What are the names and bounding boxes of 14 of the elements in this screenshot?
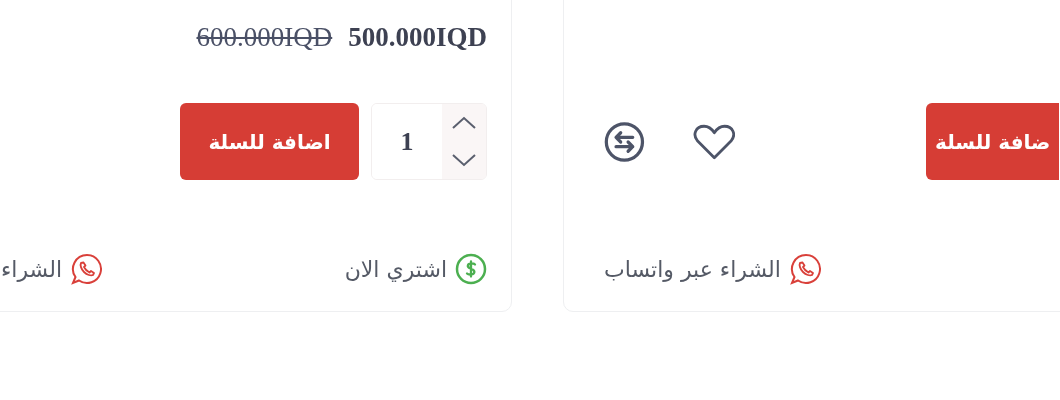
whatsapp-icon [788, 252, 823, 286]
compare-icon[interactable] [604, 119, 645, 164]
chevron-down-icon [451, 152, 477, 169]
dollar-icon [455, 253, 487, 285]
chevron-up-icon [451, 114, 477, 131]
quantity-field[interactable]: 1 [371, 103, 487, 180]
whatsapp-link[interactable]: الشراء [1, 252, 105, 286]
add-to-cart-button[interactable]: اضافة للسلة [180, 103, 359, 180]
whatsapp-link[interactable]: الشراء عبر واتساب [604, 252, 823, 286]
buy-now-link[interactable]: اشتري الان [344, 253, 487, 285]
price: 500.000IQD [348, 21, 487, 53]
old-price: 600.000IQD [196, 21, 333, 53]
whatsapp-icon [70, 252, 105, 286]
add-to-cart-button[interactable]: ضافة للسلة [926, 103, 1059, 180]
